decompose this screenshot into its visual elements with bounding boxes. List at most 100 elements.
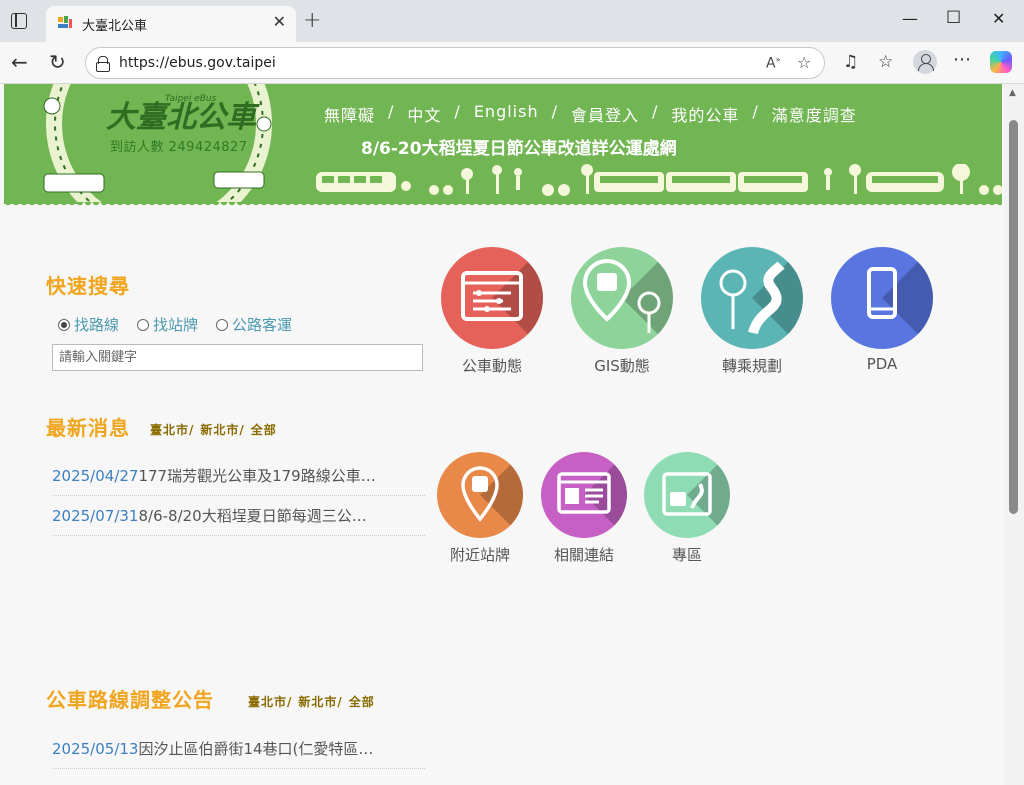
close-window-icon[interactable]: ✕: [992, 9, 1005, 28]
browser-tab-bar: 大臺北公車 ✕ + — ☐ ✕: [0, 0, 1024, 42]
radio-unselected-icon[interactable]: [216, 318, 229, 331]
news-date[interactable]: 2025/07/31: [52, 507, 138, 525]
list-item[interactable]: 2025/04/27 177瑞芳觀光公車及179路線公車…: [52, 456, 425, 496]
read-aloud-icon[interactable]: A»: [766, 55, 780, 72]
maximize-icon[interactable]: ☐: [946, 8, 961, 28]
keyword-search-input[interactable]: [52, 344, 423, 371]
tile-nearby-stops[interactable]: 附近站牌: [437, 452, 523, 565]
radio-selected-icon[interactable]: [58, 318, 70, 331]
url-field[interactable]: https://ebus.gov.taipei A» ☆: [85, 47, 825, 79]
profile-avatar-icon[interactable]: [913, 50, 937, 74]
site-logo[interactable]: 大臺北公車 Taipei eBus 到訪人數 249424827: [34, 84, 284, 204]
banner-wavy-edge: [4, 202, 1002, 208]
tile-circle: [541, 452, 627, 538]
copilot-icon[interactable]: [990, 51, 1012, 73]
search-type-radio-group: 找路線 找站牌 公路客運: [58, 314, 292, 335]
special-section-icon: [662, 472, 712, 516]
page-scrollbar[interactable]: ▲: [1004, 84, 1024, 785]
nav-separator: /: [551, 102, 558, 121]
scroll-thumb[interactable]: [1009, 120, 1018, 514]
news-date[interactable]: 2025/04/27: [52, 467, 138, 485]
filter-all[interactable]: 全部: [349, 693, 375, 710]
latest-news-list: 2025/04/27 177瑞芳觀光公車及179路線公車… 2025/07/31…: [52, 456, 425, 536]
filter-all[interactable]: 全部: [251, 421, 277, 438]
tile-label: 轉乘規劃: [721, 357, 782, 375]
address-bar: ← ↻ https://ebus.gov.taipei A» ☆ ♫ ☆ ⋯: [0, 42, 1024, 84]
minimize-icon[interactable]: —: [902, 9, 918, 28]
nearby-stop-icon: [461, 466, 499, 522]
filter-taipei[interactable]: 臺北市/: [248, 693, 292, 710]
tile-pda[interactable]: PDA: [831, 247, 933, 373]
nav-english[interactable]: English: [474, 102, 539, 126]
logo-subtitle: Taipei eBus: [165, 94, 217, 104]
reload-icon[interactable]: ↻: [49, 50, 66, 74]
notice-date[interactable]: 2025/05/13: [52, 740, 138, 758]
radio-label: 找站牌: [153, 316, 199, 334]
radio-label: 找路線: [74, 316, 120, 334]
tile-circle: [437, 452, 523, 538]
transfer-route-icon: [719, 261, 785, 335]
lock-icon: [96, 56, 110, 72]
tab-actions-icon[interactable]: [11, 13, 27, 29]
route-notices-title: 公車路線調整公告: [46, 688, 214, 712]
new-tab-icon[interactable]: +: [303, 8, 321, 33]
tile-circle: [571, 247, 673, 349]
url-text: https://ebus.gov.taipei: [119, 55, 276, 71]
tile-transfer-planning[interactable]: 轉乘規劃: [701, 247, 803, 376]
tile-circle: [701, 247, 803, 349]
notice-region-filters: 臺北市/ 新北市/ 全部: [248, 693, 375, 710]
ebus-favicon-icon: [58, 16, 72, 28]
radio-label: 公路客運: [232, 316, 293, 334]
close-tab-icon[interactable]: ✕: [273, 12, 286, 31]
latest-news-title: 最新消息: [46, 416, 130, 440]
nav-my-bus[interactable]: 我的公車: [671, 102, 739, 126]
filter-new-taipei[interactable]: 新北市/: [298, 693, 342, 710]
tile-circle: [644, 452, 730, 538]
filter-new-taipei[interactable]: 新北市/: [200, 421, 244, 438]
radio-find-route[interactable]: 找路線: [58, 314, 119, 335]
radio-find-stop[interactable]: 找站牌: [137, 314, 198, 335]
tile-bus-dynamics[interactable]: 公車動態: [441, 247, 543, 376]
news-region-filters: 臺北市/ 新北市/ 全部: [150, 421, 277, 438]
tile-label: GIS動態: [594, 357, 650, 375]
favorite-star-icon[interactable]: ☆: [797, 53, 811, 72]
nav-separator: /: [752, 102, 759, 121]
quick-search-title: 快速搜尋: [46, 274, 130, 298]
back-icon[interactable]: ←: [11, 50, 28, 74]
scroll-up-arrow-icon[interactable]: ▲: [1009, 88, 1016, 98]
gis-bus-stop-icon: [582, 258, 661, 333]
tile-label: PDA: [866, 355, 898, 373]
notice-text[interactable]: 因汐止區伯爵街14巷口(仁愛特區…: [138, 738, 373, 759]
tile-circle: [831, 247, 933, 349]
nav-accessibility[interactable]: 無障礙: [324, 102, 375, 126]
favorites-icon[interactable]: ☆: [878, 52, 893, 72]
tile-special-section[interactable]: 專區: [644, 452, 730, 565]
nav-chinese[interactable]: 中文: [407, 102, 441, 126]
browser-tab[interactable]: 大臺北公車 ✕: [46, 6, 296, 42]
more-menu-icon[interactable]: ⋯: [953, 49, 971, 70]
tile-related-links[interactable]: 相關連結: [541, 452, 627, 565]
visitor-counter: 到訪人數 249424827: [110, 140, 248, 155]
top-navigation: 無障礙 / 中文 / English / 會員登入 / 我的公車 / 滿意度調查: [324, 102, 857, 126]
news-text[interactable]: 177瑞芳觀光公車及179路線公車…: [138, 465, 375, 486]
banner-headline[interactable]: 8/6-20大稻埕夏日節公車改道詳公運處網: [361, 134, 677, 159]
filter-taipei[interactable]: 臺北市/: [150, 421, 194, 438]
tile-label: 公車動態: [461, 357, 522, 375]
page-viewport: 大臺北公車 Taipei eBus 到訪人數 249424827 無障礙 / 中…: [0, 84, 1004, 785]
bus-city-illustration: [316, 164, 1003, 196]
list-item[interactable]: 2025/07/31 8/6-8/20大稻埕夏日節每週三公…: [52, 496, 425, 536]
route-notices-list: 2025/05/13 因汐止區伯爵街14巷口(仁愛特區…: [52, 729, 425, 769]
nav-member-login[interactable]: 會員登入: [571, 102, 639, 126]
tile-gis-dynamics[interactable]: GIS動態: [571, 247, 673, 376]
radio-highway-bus[interactable]: 公路客運: [216, 314, 292, 335]
nav-separator: /: [652, 102, 659, 121]
nav-satisfaction-survey[interactable]: 滿意度調查: [772, 102, 857, 126]
tile-label: 相關連結: [553, 546, 614, 564]
bus-dynamics-icon: [461, 271, 523, 321]
media-icon[interactable]: ♫: [843, 52, 858, 72]
tile-circle: [441, 247, 543, 349]
radio-unselected-icon[interactable]: [137, 318, 150, 331]
related-links-icon: [557, 472, 611, 514]
news-text[interactable]: 8/6-8/20大稻埕夏日節每週三公…: [138, 505, 366, 526]
list-item[interactable]: 2025/05/13 因汐止區伯爵街14巷口(仁愛特區…: [52, 729, 425, 769]
